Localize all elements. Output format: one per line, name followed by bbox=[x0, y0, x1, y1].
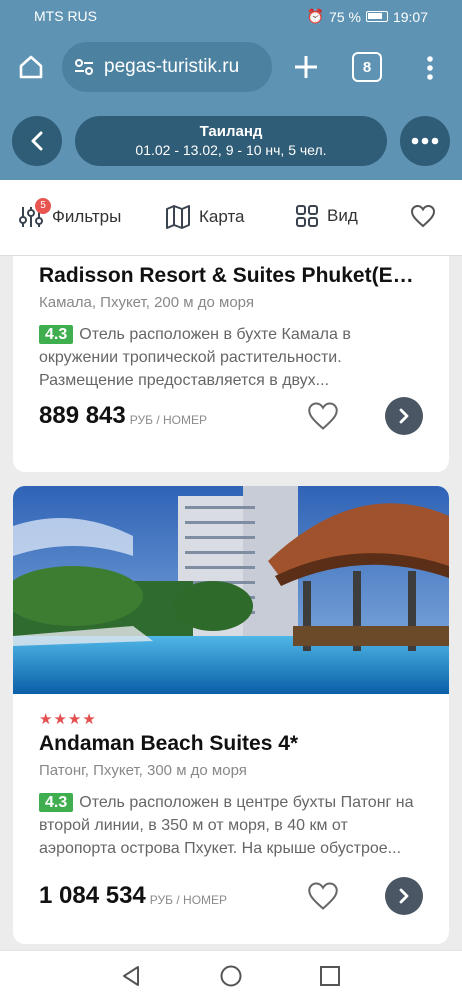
map-label: Карта bbox=[199, 207, 245, 226]
more-options-button[interactable] bbox=[400, 116, 450, 166]
price-unit: РУБ / НОМЕР bbox=[129, 413, 208, 427]
triangle-back-icon bbox=[123, 966, 139, 986]
destination-label: Таиланд bbox=[199, 123, 263, 140]
hotel-price: 889 843 bbox=[39, 402, 126, 429]
square-recents-icon bbox=[320, 966, 340, 986]
hotel-stars: ★★★★ bbox=[39, 711, 97, 728]
battery-icon bbox=[365, 11, 388, 22]
hotel-photo-image bbox=[13, 486, 449, 694]
search-params-label: 01.02 - 13.02, 9 - 10 нч, 5 чел. bbox=[135, 142, 327, 158]
plus-icon bbox=[295, 56, 317, 78]
hotel-description: 4.3 Отель расположен в центре бухты Патон… bbox=[39, 791, 423, 860]
hotel-list[interactable]: Radisson Resort & Suites Phuket(Ex. S...… bbox=[0, 256, 462, 950]
battery-percent: 75 % bbox=[329, 8, 361, 25]
nav-home-button[interactable] bbox=[219, 964, 243, 988]
address-bar[interactable]: pegas-turistik.ru bbox=[62, 42, 272, 92]
more-vertical-icon bbox=[427, 56, 433, 80]
hotel-price: 1 084 534 bbox=[39, 882, 146, 909]
hotel-card[interactable]: Radisson Resort & Suites Phuket(Ex. S...… bbox=[13, 256, 449, 472]
filter-bar: 5 Фильтры Карта Вид bbox=[0, 180, 462, 256]
system-navigation-bar bbox=[0, 950, 462, 1000]
grid-icon bbox=[296, 205, 318, 227]
favorite-button[interactable] bbox=[305, 878, 341, 914]
status-bar: MTS RUS ⏰ 75 % 19:07 bbox=[0, 0, 462, 32]
browser-toolbar: pegas-turistik.ru 8 bbox=[0, 32, 462, 104]
map-button[interactable]: Карта bbox=[165, 204, 245, 230]
hotel-name[interactable]: Andaman Beach Suites 4* bbox=[39, 732, 423, 756]
open-hotel-button[interactable] bbox=[385, 877, 423, 915]
site-settings-icon bbox=[75, 59, 93, 75]
home-icon bbox=[19, 55, 43, 79]
favorites-button[interactable] bbox=[410, 204, 436, 228]
clock: 19:07 bbox=[392, 8, 428, 25]
favorite-button[interactable] bbox=[305, 398, 341, 434]
chevron-right-icon bbox=[399, 408, 409, 424]
hotel-description: 4.3 Отель расположен в бухте Камала в окр… bbox=[39, 323, 423, 392]
hotel-card[interactable]: ★★★★ Andaman Beach Suites 4* Патонг, Пху… bbox=[13, 486, 449, 944]
hotel-location: Патонг, Пхукет, 300 м до моря bbox=[39, 762, 247, 779]
search-params-pill[interactable]: Таиланд 01.02 - 13.02, 9 - 10 нч, 5 чел. bbox=[75, 116, 387, 166]
alarm-icon: ⏰ bbox=[306, 8, 325, 24]
hotel-name[interactable]: Radisson Resort & Suites Phuket(Ex. S... bbox=[39, 264, 423, 288]
heart-icon bbox=[308, 402, 338, 430]
description-text: Отель расположен в центре бухты Патонг н… bbox=[39, 794, 414, 857]
hotel-photo[interactable] bbox=[13, 486, 449, 694]
chevron-right-icon bbox=[399, 888, 409, 904]
home-button[interactable] bbox=[12, 48, 50, 86]
price-row: 1 084 534 РУБ / НОМЕР bbox=[39, 877, 423, 915]
back-button[interactable] bbox=[12, 116, 62, 166]
map-icon bbox=[166, 205, 190, 229]
new-tab-button[interactable] bbox=[287, 48, 325, 86]
search-summary-bar: Таиланд 01.02 - 13.02, 9 - 10 нч, 5 чел. bbox=[0, 104, 462, 180]
url-text: pegas-turistik.ru bbox=[104, 56, 240, 77]
heart-icon bbox=[308, 882, 338, 910]
carrier-label: MTS RUS bbox=[34, 8, 97, 24]
nav-recents-button[interactable] bbox=[318, 964, 342, 988]
rating-badge: 4.3 bbox=[39, 793, 74, 812]
tab-switcher-button[interactable]: 8 bbox=[352, 52, 382, 82]
more-horizontal-icon bbox=[411, 137, 439, 145]
nav-back-button[interactable] bbox=[119, 964, 143, 988]
price-row: 889 843 РУБ / НОМЕР bbox=[39, 397, 423, 435]
filters-label: Фильтры bbox=[52, 207, 122, 226]
price-unit: РУБ / НОМЕР bbox=[149, 893, 228, 907]
heart-icon bbox=[410, 204, 436, 228]
hotel-location: Камала, Пхукет, 200 м до моря bbox=[39, 294, 254, 311]
view-button[interactable]: Вид bbox=[295, 204, 358, 228]
chevron-left-icon bbox=[31, 131, 43, 151]
circle-home-icon bbox=[220, 965, 242, 987]
rating-badge: 4.3 bbox=[39, 325, 74, 344]
view-label: Вид bbox=[327, 206, 358, 225]
filter-count-badge: 5 bbox=[35, 198, 51, 214]
open-hotel-button[interactable] bbox=[385, 397, 423, 435]
description-text: Отель расположен в бухте Камала в окруже… bbox=[39, 326, 351, 389]
browser-menu-button[interactable] bbox=[416, 52, 444, 84]
filters-button[interactable]: 5 Фильтры bbox=[18, 198, 122, 230]
